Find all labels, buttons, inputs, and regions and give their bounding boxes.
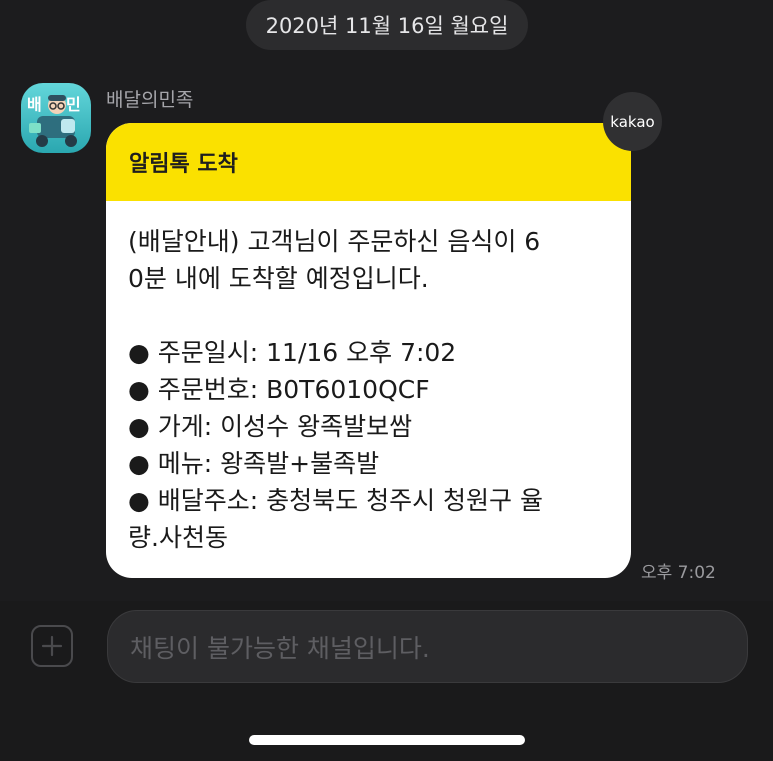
- sender-name: 배달의민족: [106, 89, 194, 111]
- order-datetime-line: ● 주문일시: 11/16 오후 7:02: [128, 338, 457, 367]
- attach-button[interactable]: [31, 625, 73, 667]
- message-line: (배달안내) 고객님이 주문하신 음식이 6: [128, 227, 541, 256]
- message-time: 오후 7:02: [641, 563, 716, 583]
- sender-avatar[interactable]: 배 민: [21, 83, 91, 153]
- plus-icon: [41, 635, 63, 657]
- message-line: 0분 내에 도착할 예정입니다.: [128, 264, 429, 293]
- date-divider: 2020년 11월 16일 월요일: [246, 0, 528, 50]
- svg-text:배: 배: [27, 95, 42, 114]
- address-line: ● 배달주소: 충청북도 청주시 청원구 율: [128, 486, 543, 515]
- menu-line: ● 메뉴: 왕족발+불족발: [128, 449, 380, 478]
- baemin-app-icon: 배 민: [21, 83, 91, 153]
- home-indicator[interactable]: [249, 735, 525, 745]
- svg-text:민: 민: [66, 95, 81, 114]
- chat-input[interactable]: 채팅이 불가능한 채널입니다.: [107, 610, 748, 683]
- message-body: (배달안내) 고객님이 주문하신 음식이 6 0분 내에 도착할 예정입니다. …: [106, 201, 631, 556]
- kakao-badge: kakao: [603, 92, 662, 151]
- order-number-line: ● 주문번호: B0T6010QCF: [128, 375, 430, 404]
- address-line-cont: 량.사천동: [128, 523, 228, 552]
- store-line: ● 가게: 이성수 왕족발보쌈: [128, 412, 413, 441]
- message-header: 알림톡 도착: [106, 123, 631, 201]
- alimtalk-message-bubble[interactable]: 알림톡 도착 (배달안내) 고객님이 주문하신 음식이 6 0분 내에 도착할 …: [106, 123, 631, 578]
